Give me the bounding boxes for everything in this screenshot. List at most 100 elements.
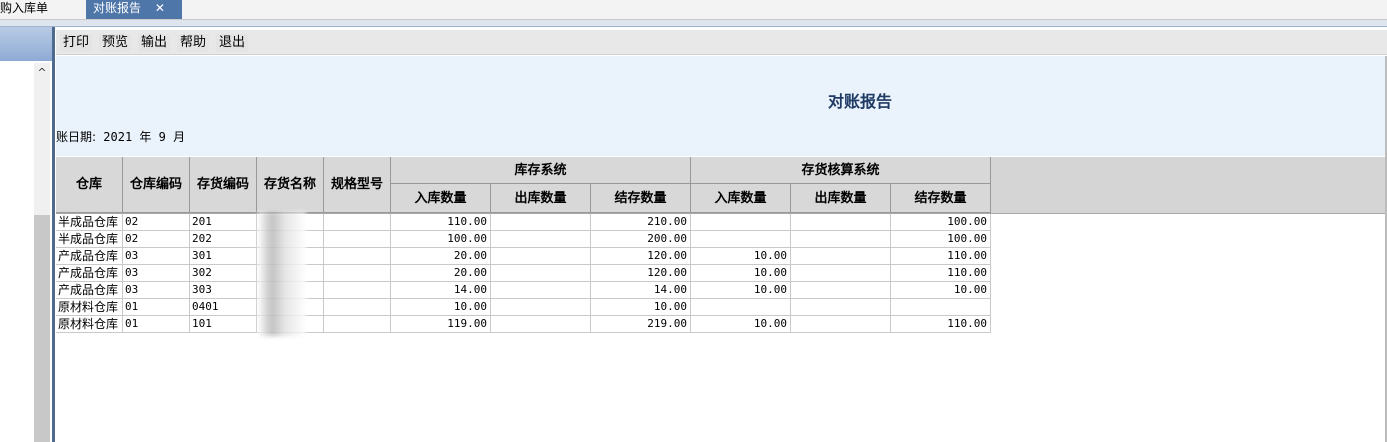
cell-acc-in: [691, 214, 791, 231]
report-period: 账日期: 2021 年 9 月: [56, 128, 185, 145]
cell-item-code: 303: [190, 282, 257, 299]
header-acc-in-qty[interactable]: 入库数量: [691, 184, 791, 213]
cell-item-code: 301: [190, 248, 257, 265]
period-label: 账日期:: [56, 130, 97, 144]
cell-inv-balance: 10.00: [591, 299, 691, 316]
header-warehouse-code[interactable]: 仓库编码: [123, 157, 190, 213]
cell-warehouse-code: 01: [123, 299, 190, 316]
header-item-code[interactable]: 存货编码: [190, 157, 257, 213]
tab-label: 购入库单: [0, 1, 49, 15]
cell-inv-out: [491, 299, 591, 316]
cell-warehouse-code: 03: [123, 265, 190, 282]
report-banner: [56, 56, 1387, 156]
cell-warehouse: 产成品仓库: [56, 248, 123, 265]
cell-item-code: 101: [190, 316, 257, 333]
cell-inv-balance: 120.00: [591, 265, 691, 282]
cell-inv-balance: 210.00: [591, 214, 691, 231]
cell-inv-in: 20.00: [391, 265, 491, 282]
cell-inv-balance: 120.00: [591, 248, 691, 265]
chevron-up-icon[interactable]: ^: [34, 63, 50, 83]
cell-acc-balance: 110.00: [891, 316, 991, 333]
toolbar: 打印 预览 输出 帮助 退出: [56, 30, 1387, 55]
cell-warehouse: 原材料仓库: [56, 299, 123, 316]
header-inv-balance-qty[interactable]: 结存数量: [591, 184, 691, 213]
cell-warehouse: 半成品仓库: [56, 214, 123, 231]
tab-bar: 购入库单 对账报告 ✕: [0, 0, 1387, 20]
cell-warehouse-code: 02: [123, 214, 190, 231]
cell-acc-out: [791, 299, 891, 316]
scrollbar-thumb[interactable]: [34, 215, 50, 442]
cell-warehouse: 产成品仓库: [56, 282, 123, 299]
header-spec[interactable]: 规格型号: [324, 157, 391, 213]
cell-inv-out: [491, 231, 591, 248]
cell-acc-balance: 10.00: [891, 282, 991, 299]
cell-warehouse-code: 01: [123, 316, 190, 333]
cell-item-code: 202: [190, 231, 257, 248]
cell-warehouse-code: 03: [123, 248, 190, 265]
cell-spec: [324, 299, 391, 316]
cell-inv-in: 10.00: [391, 299, 491, 316]
exit-button[interactable]: 退出: [216, 34, 249, 52]
cell-acc-balance: 110.00: [891, 265, 991, 282]
period-year: 2021: [103, 130, 133, 144]
cell-acc-out: [791, 265, 891, 282]
close-icon[interactable]: ✕: [155, 1, 165, 15]
period-month: 9: [158, 130, 166, 144]
cell-spec: [324, 282, 391, 299]
tab-underline: [0, 20, 1387, 27]
panel-splitter[interactable]: [52, 27, 55, 442]
cell-inv-out: [491, 265, 591, 282]
tab-label: 对账报告: [93, 1, 142, 15]
left-panel-header: [0, 27, 52, 61]
cell-acc-balance: 100.00: [891, 231, 991, 248]
cell-acc-out: [791, 316, 891, 333]
cell-spec: [324, 265, 391, 282]
cell-acc-out: [791, 214, 891, 231]
cell-acc-in: 10.00: [691, 282, 791, 299]
cell-acc-in: [691, 299, 791, 316]
cell-item-code: 201: [190, 214, 257, 231]
cell-warehouse-code: 03: [123, 282, 190, 299]
header-inv-in-qty[interactable]: 入库数量: [391, 184, 491, 213]
header-item-name[interactable]: 存货名称: [257, 157, 324, 213]
cell-acc-in: 10.00: [691, 265, 791, 282]
cell-spec: [324, 214, 391, 231]
cell-inv-out: [491, 316, 591, 333]
redacted-item-names: [258, 212, 306, 336]
print-button[interactable]: 打印: [60, 34, 93, 52]
cell-item-code: 0401: [190, 299, 257, 316]
cell-inv-in: 20.00: [391, 248, 491, 265]
cell-spec: [324, 231, 391, 248]
header-acc-balance-qty[interactable]: 结存数量: [891, 184, 991, 213]
tab-reconciliation-report[interactable]: 对账报告 ✕: [86, 0, 182, 19]
cell-item-code: 302: [190, 265, 257, 282]
header-inv-out-qty[interactable]: 出库数量: [491, 184, 591, 213]
cell-inv-in: 119.00: [391, 316, 491, 333]
cell-warehouse-code: 02: [123, 231, 190, 248]
period-month-unit: 月: [173, 130, 186, 144]
cell-acc-in: [691, 231, 791, 248]
cell-acc-in: 10.00: [691, 316, 791, 333]
header-acc-out-qty[interactable]: 出库数量: [791, 184, 891, 213]
cell-spec: [324, 248, 391, 265]
tab-purchase-receipt[interactable]: 购入库单: [0, 0, 84, 19]
cell-inv-out: [491, 248, 591, 265]
cell-warehouse: 原材料仓库: [56, 316, 123, 333]
left-scrollbar[interactable]: ^: [34, 63, 50, 442]
preview-button[interactable]: 预览: [99, 34, 132, 52]
cell-inv-balance: 14.00: [591, 282, 691, 299]
left-panel: ^: [0, 27, 53, 442]
cell-acc-out: [791, 248, 891, 265]
cell-inv-out: [491, 282, 591, 299]
report-title: 对账报告: [828, 92, 893, 111]
header-warehouse[interactable]: 仓库: [56, 157, 123, 213]
cell-inv-in: 110.00: [391, 214, 491, 231]
cell-acc-balance: [891, 299, 991, 316]
export-button[interactable]: 输出: [138, 34, 171, 52]
header-group-accounting: 存货核算系统: [691, 157, 991, 184]
period-year-unit: 年: [139, 130, 152, 144]
help-button[interactable]: 帮助: [177, 34, 210, 52]
cell-inv-in: 100.00: [391, 231, 491, 248]
cell-acc-balance: 100.00: [891, 214, 991, 231]
cell-warehouse: 半成品仓库: [56, 231, 123, 248]
